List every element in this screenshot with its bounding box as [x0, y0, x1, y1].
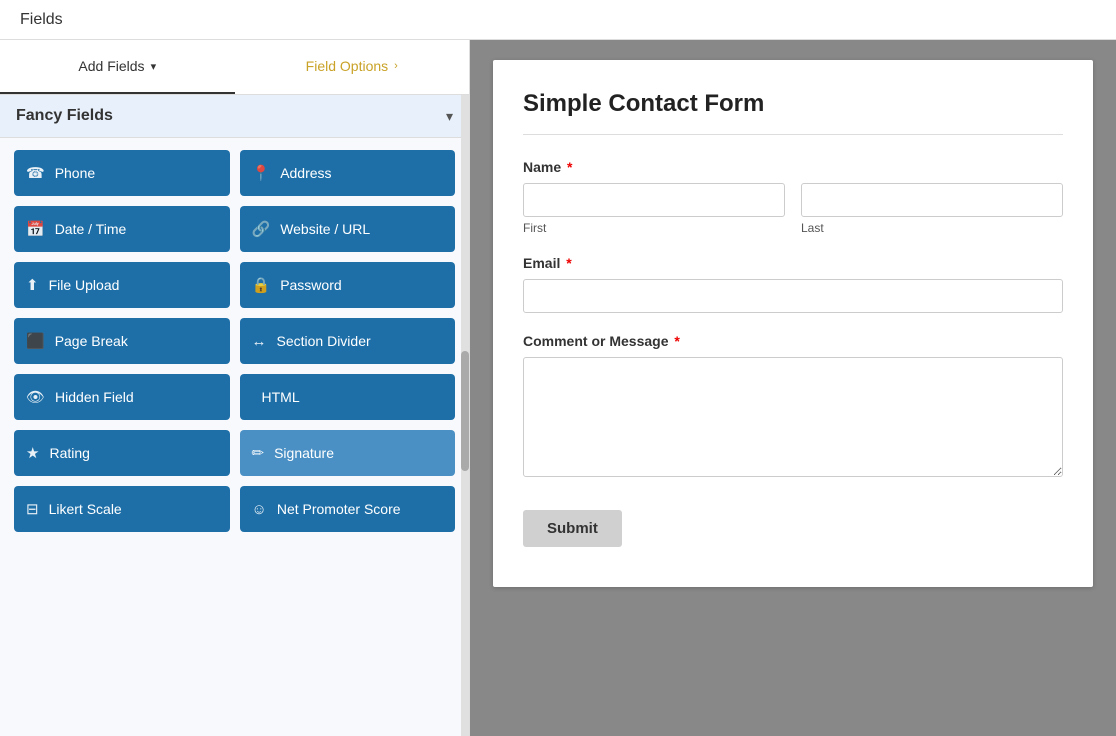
- signature-icon: ✏: [252, 444, 265, 462]
- tab-add-fields-label: Add Fields: [78, 58, 144, 74]
- field-btn-label: Page Break: [55, 333, 128, 349]
- field-btn-signature[interactable]: ✏ Signature: [240, 430, 456, 476]
- nps-icon: ☺: [252, 501, 267, 518]
- field-btn-label: File Upload: [49, 277, 120, 293]
- email-input[interactable]: [523, 279, 1063, 313]
- field-btn-file-upload[interactable]: ⬆ File Upload: [14, 262, 230, 308]
- top-header: Fields: [0, 0, 1116, 40]
- fancy-fields-label: Fancy Fields: [16, 107, 113, 125]
- scrollbar-thumb[interactable]: [461, 351, 469, 471]
- form-card: Simple Contact Form Name * First Last: [493, 60, 1093, 587]
- field-btn-label: Date / Time: [55, 221, 127, 237]
- website-icon: 🔗: [252, 220, 271, 238]
- field-btn-date-time[interactable]: 📅 Date / Time: [14, 206, 230, 252]
- field-btn-html[interactable]: HTML: [240, 374, 456, 420]
- section-divider-icon: ↔: [252, 333, 267, 350]
- tab-add-fields[interactable]: Add Fields ▾: [0, 40, 235, 94]
- date-time-icon: 📅: [26, 220, 45, 238]
- field-btn-phone[interactable]: ☎ Phone: [14, 150, 230, 196]
- field-btn-label: Hidden Field: [55, 389, 134, 405]
- field-btn-page-break[interactable]: ⬛ Page Break: [14, 318, 230, 364]
- name-first-label: First: [523, 221, 785, 235]
- right-panel: Simple Contact Form Name * First Last: [470, 40, 1116, 736]
- field-btn-label: Net Promoter Score: [277, 501, 401, 517]
- name-first-col: First: [523, 183, 785, 235]
- tab-field-options-label: Field Options: [306, 58, 388, 74]
- address-icon: 📍: [252, 164, 271, 182]
- fancy-fields-chevron: ▾: [446, 108, 453, 125]
- tab-field-options[interactable]: Field Options ›: [235, 40, 470, 94]
- name-label: Name *: [523, 159, 1063, 175]
- field-btn-address[interactable]: 📍 Address: [240, 150, 456, 196]
- fields-grid: ☎ Phone 📍 Address 📅 Date / Time 🔗 Website / URL…: [14, 150, 455, 532]
- hidden-field-icon: 👁: [26, 388, 45, 406]
- name-last-label: Last: [801, 221, 1063, 235]
- name-last-col: Last: [801, 183, 1063, 235]
- header-title: Fields: [20, 11, 63, 29]
- field-btn-password[interactable]: 🔒 Password: [240, 262, 456, 308]
- name-last-input[interactable]: [801, 183, 1063, 217]
- field-btn-label: HTML: [262, 389, 300, 405]
- field-btn-label: Rating: [49, 445, 89, 461]
- name-row: First Last: [523, 183, 1063, 235]
- field-btn-website-url[interactable]: 🔗 Website / URL: [240, 206, 456, 252]
- password-icon: 🔒: [252, 276, 271, 294]
- field-btn-net-promoter-score[interactable]: ☺ Net Promoter Score: [240, 486, 456, 532]
- page-break-icon: ⬛: [26, 332, 45, 350]
- field-btn-label: Website / URL: [280, 221, 370, 237]
- form-title: Simple Contact Form: [523, 90, 1063, 118]
- form-divider: [523, 134, 1063, 135]
- tab-field-options-chevron: ›: [394, 60, 398, 72]
- field-btn-section-divider[interactable]: ↔ Section Divider: [240, 318, 456, 364]
- fields-scroll: ☎ Phone 📍 Address 📅 Date / Time 🔗 Website / URL…: [0, 138, 469, 736]
- comment-label: Comment or Message *: [523, 333, 1063, 349]
- scrollbar-track[interactable]: [461, 95, 469, 736]
- email-label: Email *: [523, 255, 1063, 271]
- form-field-email: Email *: [523, 255, 1063, 313]
- phone-icon: ☎: [26, 164, 45, 182]
- field-btn-label: Signature: [274, 445, 334, 461]
- form-field-name: Name * First Last: [523, 159, 1063, 235]
- submit-button[interactable]: Submit: [523, 510, 622, 547]
- left-panel: Add Fields ▾ Field Options › Fancy Field…: [0, 40, 470, 736]
- fancy-fields-header[interactable]: Fancy Fields ▾: [0, 95, 469, 138]
- likert-scale-icon: ⊟: [26, 500, 39, 518]
- field-btn-label: Address: [280, 165, 331, 181]
- field-btn-rating[interactable]: ★ Rating: [14, 430, 230, 476]
- field-btn-label: Section Divider: [277, 333, 371, 349]
- field-btn-label: Password: [280, 277, 341, 293]
- tabs-row: Add Fields ▾ Field Options ›: [0, 40, 469, 95]
- field-btn-label: Likert Scale: [49, 501, 122, 517]
- tab-add-fields-chevron: ▾: [151, 60, 157, 73]
- comment-textarea[interactable]: [523, 357, 1063, 477]
- field-btn-label: Phone: [55, 165, 95, 181]
- form-field-comment: Comment or Message *: [523, 333, 1063, 480]
- name-first-input[interactable]: [523, 183, 785, 217]
- field-btn-hidden-field[interactable]: 👁 Hidden Field: [14, 374, 230, 420]
- main-layout: Add Fields ▾ Field Options › Fancy Field…: [0, 40, 1116, 736]
- rating-icon: ★: [26, 444, 39, 462]
- file-upload-icon: ⬆: [26, 276, 39, 294]
- field-btn-likert-scale[interactable]: ⊟ Likert Scale: [14, 486, 230, 532]
